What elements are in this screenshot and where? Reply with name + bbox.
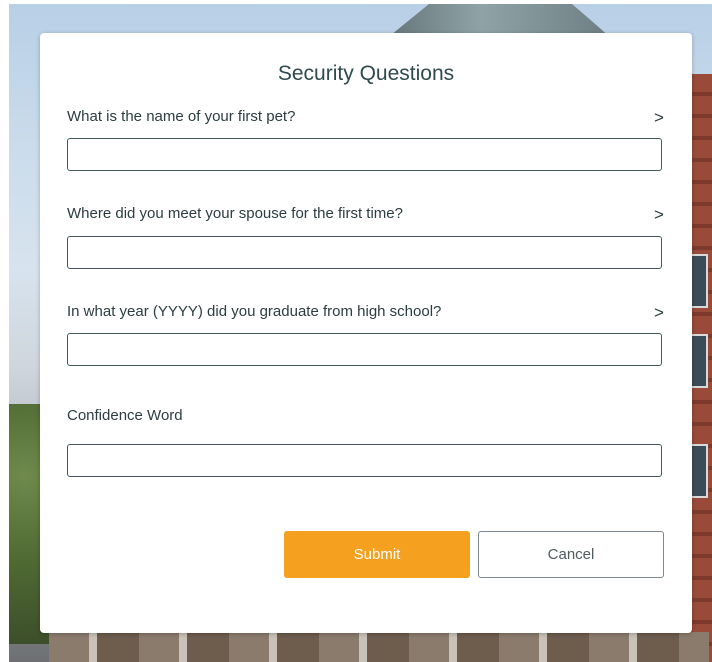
background-window — [690, 334, 708, 388]
confidence-word-label: Confidence Word — [67, 407, 183, 424]
background-street — [49, 632, 709, 662]
question-2-answer-input[interactable] — [67, 236, 662, 269]
background-window — [690, 444, 708, 498]
cancel-button[interactable]: Cancel — [478, 531, 664, 578]
confidence-word-input[interactable] — [67, 444, 662, 477]
background-window — [690, 254, 708, 308]
question-3-label: In what year (YYYY) did you graduate fro… — [67, 303, 442, 320]
question-1-answer-input[interactable] — [67, 138, 662, 171]
security-questions-dialog: Security Questions What is the name of y… — [40, 33, 692, 633]
question-2-label: Where did you meet your spouse for the f… — [67, 205, 403, 222]
question-3-answer-input[interactable] — [67, 333, 662, 366]
chevron-right-icon[interactable]: > — [652, 109, 666, 127]
question-1-label: What is the name of your first pet? — [67, 108, 296, 125]
chevron-right-icon[interactable]: > — [652, 304, 666, 322]
submit-button[interactable]: Submit — [284, 531, 470, 578]
chevron-right-icon[interactable]: > — [652, 206, 666, 224]
dialog-title: Security Questions — [277, 62, 455, 85]
